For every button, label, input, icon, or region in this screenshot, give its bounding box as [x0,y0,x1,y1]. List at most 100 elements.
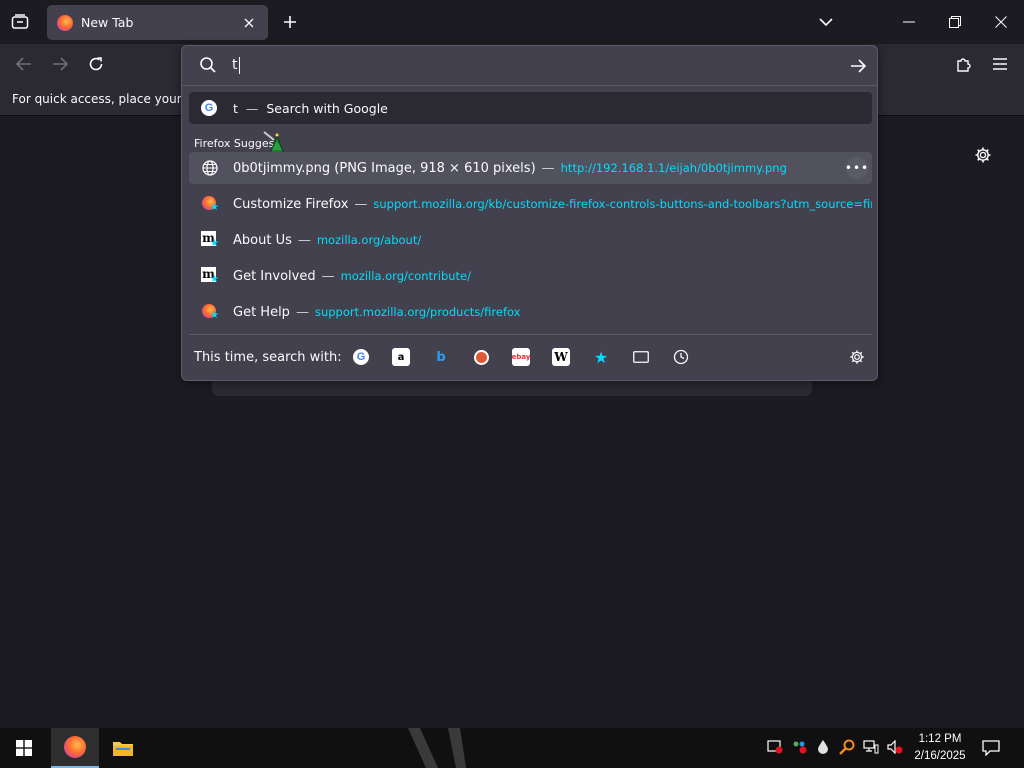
suggest-result-1[interactable]: ★ Customize Firefox — support.mozilla.or… [189,188,872,220]
restore-button[interactable] [932,0,978,44]
one-off-search-bar: This time, search with: G a b ebay W ★ [182,342,877,372]
result-separator: — [541,160,555,176]
firefox-bookmark-icon: ★ [201,195,219,213]
bing-icon[interactable]: b [432,348,450,366]
result-title: Customize Firefox [233,196,349,212]
result-url: http://192.168.1.1/eijah/0b0tjimmy.png [560,161,787,175]
close-window-button[interactable] [978,0,1024,44]
suggest-result-3[interactable]: m ★ Get Involved — mozilla.org/contribut… [189,260,872,292]
taskbar-file-explorer[interactable] [99,728,147,768]
text-caret [239,57,240,74]
security-alert-tray-icon[interactable] [767,739,783,755]
tab-close-icon[interactable] [240,14,258,32]
back-button[interactable] [12,52,36,76]
extensions-button[interactable] [952,52,976,76]
volume-muted-tray-icon[interactable] [887,739,903,755]
tab-strip: New Tab [0,0,1024,44]
divider [182,85,877,86]
mozilla-bookmark-icon: m ★ [201,231,219,249]
suggest-result-2[interactable]: m ★ About Us — mozilla.org/about/ [189,224,872,256]
globe-icon [201,159,219,177]
firefox-icon [64,736,86,758]
tabs-icon[interactable] [632,348,650,366]
google-icon[interactable]: G [352,348,370,366]
result-title: 0b0tjimmy.png (PNG Image, 918 × 610 pixe… [233,160,536,176]
firefox-bookmark-icon: ★ [201,303,219,321]
result-separator: — [354,196,368,212]
ebay-icon[interactable]: ebay [512,348,530,366]
newtab-settings-button[interactable] [972,144,994,166]
result-url: mozilla.org/contribute/ [340,269,472,283]
plus-icon [284,16,296,28]
action-center-button[interactable] [980,738,1002,758]
heuristic-query: t [233,100,238,116]
arrow-right-icon [851,59,866,73]
result-separator: — [321,268,335,284]
duckduckgo-icon[interactable] [472,348,490,366]
result-separator: — [297,232,311,248]
menu-button[interactable] [988,52,1012,76]
arrow-left-icon [16,57,31,71]
bookmarks-star-icon[interactable]: ★ [592,348,610,367]
divider [189,334,872,335]
tab-new-tab[interactable]: New Tab [47,5,268,40]
suggest-result-0[interactable]: 0b0tjimmy.png (PNG Image, 918 × 610 pixe… [189,152,872,184]
tab-title: New Tab [81,15,134,30]
drop-tray-icon[interactable] [815,739,831,755]
minimize-button[interactable] [886,0,932,44]
network-tray-icon[interactable] [863,739,879,755]
clock-date: 2/16/2025 [914,750,966,762]
bookmark-star-icon: ★ [210,310,219,321]
bookmark-star-icon: ★ [210,238,219,249]
heuristic-search-result[interactable]: G t — Search with Google [189,92,872,124]
clock-time: 1:12 PM [918,733,962,745]
go-button[interactable] [847,55,869,77]
search-tool-tray-icon[interactable] [839,739,855,755]
result-url: support.mozilla.org/products/firefox [314,305,521,319]
start-button[interactable] [0,728,48,768]
heuristic-action: Search with Google [266,100,388,116]
firefox-icon [57,14,73,31]
result-url: support.mozilla.org/kb/customize-firefox… [373,197,872,211]
reload-button[interactable] [84,52,108,76]
minimize-icon [903,21,915,23]
suggest-result-4[interactable]: ★ Get Help — support.mozilla.org/product… [189,296,872,328]
history-icon[interactable] [672,348,690,366]
result-separator: — [295,304,309,320]
close-icon [995,16,1007,28]
folder-icon [113,742,133,756]
bookmark-star-icon: ★ [210,202,219,213]
search-settings-button[interactable] [848,348,866,366]
firefox-view-button[interactable] [8,10,32,34]
result-url: mozilla.org/about/ [316,233,422,247]
taskbar-firefox[interactable] [51,728,99,768]
more-options-icon[interactable]: ••• [845,157,868,179]
chevron-down-icon [819,18,833,27]
bookmark-star-icon: ★ [210,274,219,285]
result-title: Get Involved [233,268,316,284]
network-people-tray-icon[interactable] [791,739,807,755]
address-bar [182,46,877,84]
google-icon: G [201,100,217,116]
gear-icon [975,147,991,163]
new-tab-button[interactable] [279,10,301,34]
heuristic-separator: — [245,100,259,116]
heuristic-text: t — Search with Google [233,101,388,116]
list-all-tabs-button[interactable] [814,10,838,34]
hamburger-menu-icon [993,58,1007,70]
bookmarks-toolbar-hint: For quick access, place your boo [12,92,208,106]
address-input[interactable] [232,54,832,76]
mozilla-bookmark-icon: m ★ [201,267,219,285]
forward-button[interactable] [48,52,72,76]
search-with-label: This time, search with: [194,350,342,365]
result-title: About Us [233,232,292,248]
result-title: Get Help [233,304,290,320]
amazon-icon[interactable]: a [392,348,410,366]
windows-taskbar: 1:12 PM 2/16/2025 [0,728,1024,768]
notification-icon [982,740,1000,756]
taskbar-clock[interactable]: 1:12 PM 2/16/2025 [905,731,975,765]
wikipedia-icon[interactable]: W [552,348,570,366]
windows-logo-icon [16,740,32,756]
puzzle-icon [957,58,971,72]
restore-icon [949,16,961,28]
